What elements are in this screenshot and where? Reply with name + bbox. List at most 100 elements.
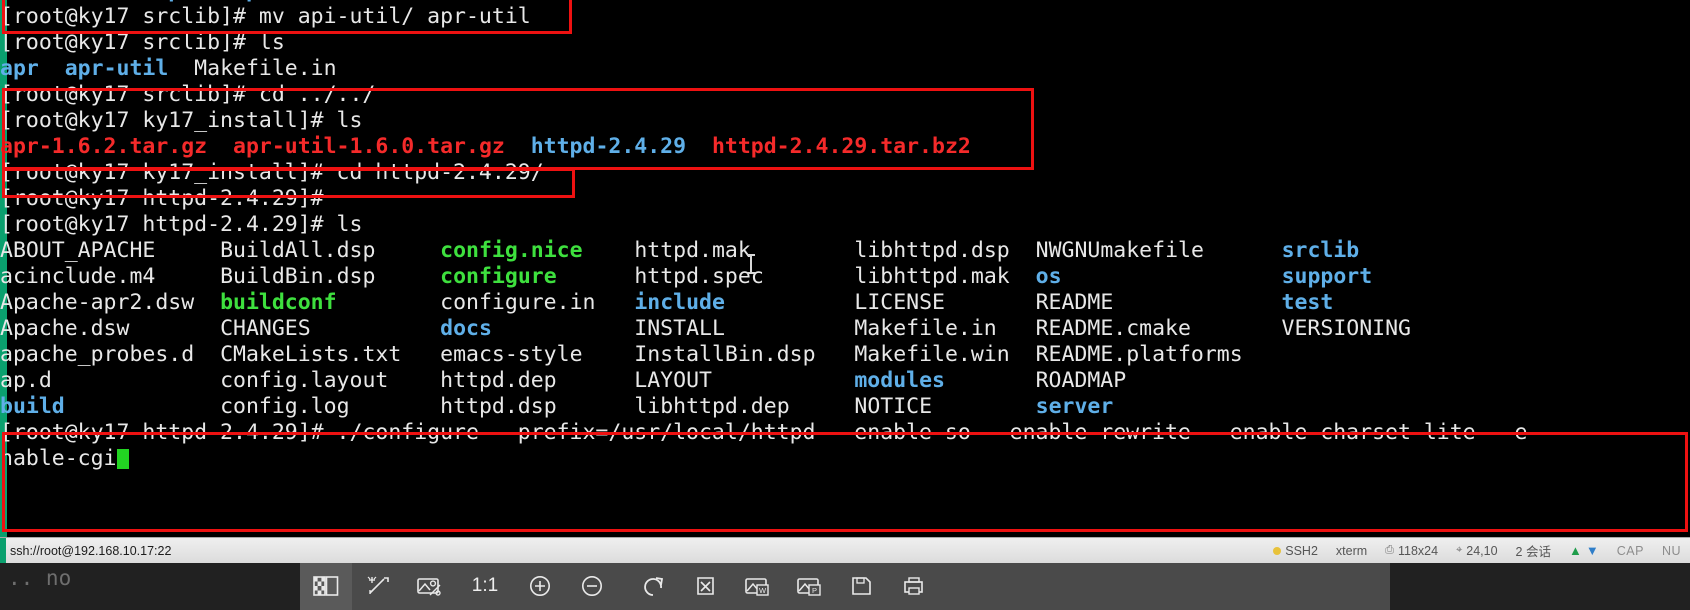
screenshot-root: .. no 1:1 W P ssh://root@192.168.10.17:2… — [0, 0, 1690, 610]
delete-button[interactable] — [680, 562, 732, 610]
terminal-text: apr — [155, 0, 194, 3]
terminal-text: httpd-2.4.29.tar.bz2 — [711, 134, 971, 159]
terminal-text: libhttpd.dep — [634, 394, 790, 419]
terminal-text: BuildAll.dsp — [220, 238, 376, 263]
status-transfer[interactable]: ▲ ▼ — [1560, 543, 1608, 558]
terminal-text: Makefile.in — [854, 316, 997, 341]
terminal-text: [root@ky17 httpd-2.4.29]# ls — [0, 212, 363, 237]
save-button[interactable] — [836, 562, 888, 610]
securecrt-terminal[interactable]: apr apr-util Makefile.in[root@ky17 srcli… — [0, 0, 1690, 537]
terminal-text: [root@ky17 srclib]# ls — [0, 30, 285, 55]
terminal-text: LAYOUT — [634, 368, 712, 393]
line-cd-up: [root@ky17 srclib]# cd ../../ — [0, 82, 1690, 108]
svg-text:W: W — [759, 586, 767, 595]
terminal-text: [root@ky17 httpd-2.4.29]# ./configure --… — [0, 420, 1528, 445]
terminal-text: Apache.dsw — [0, 316, 130, 341]
terminal-text: os — [1035, 264, 1062, 289]
terminal-text: NWGNUmakefile — [1035, 238, 1204, 263]
terminal-text: CMakeLists.txt — [220, 342, 402, 367]
actual-size-button[interactable]: 1:1 — [456, 575, 514, 597]
status-sessions[interactable]: 2 会话 — [1507, 541, 1560, 560]
status-caps[interactable]: CAP — [1608, 544, 1653, 558]
status-cursor-position[interactable]: ⌖ 24,10 — [1447, 544, 1506, 558]
terminal-text: ROADMAP — [1035, 368, 1127, 393]
terminal-text: config.nice — [440, 238, 583, 263]
terminal-text: apr-util — [64, 56, 169, 81]
terminal-text: config.log — [220, 394, 350, 419]
terminal-text: [root@ky17 httpd-2.4.29]# — [0, 186, 324, 211]
terminal-text: test — [1281, 290, 1334, 315]
terminal-text: modules — [854, 368, 945, 393]
status-screen-size[interactable]: ⎙ 118x24 — [1376, 544, 1447, 558]
terminal-text: apr — [0, 56, 39, 81]
zoom-out-button[interactable] — [566, 562, 618, 610]
line-ls-srclib: [root@ky17 srclib]# ls — [0, 30, 1690, 56]
export-word-button[interactable]: W — [732, 562, 784, 610]
status-protocol[interactable]: SSH2 — [1264, 544, 1327, 558]
effects-button[interactable] — [352, 562, 404, 610]
ls-output-row: ap.d config.layout httpd.dep LAYOUT modu… — [0, 368, 1690, 394]
print-icon — [901, 574, 927, 598]
rotate-button[interactable] — [628, 562, 680, 610]
transparency-button[interactable] — [300, 562, 352, 610]
session-path: ssh://root@192.168.10.17:22 — [10, 543, 172, 558]
screen-size-label: 118x24 — [1397, 543, 1439, 558]
terminal-text: httpd-2.4.29 — [530, 134, 687, 159]
status-num[interactable]: NU — [1653, 544, 1690, 558]
export-pdf-button[interactable]: P — [784, 562, 836, 610]
terminal-text: Makefile.in — [168, 56, 337, 81]
terminal-text: libhttpd.mak — [854, 264, 1010, 289]
zoom-out-icon — [579, 574, 605, 598]
terminal-text: build — [0, 394, 65, 419]
status-emulation[interactable]: xterm — [1327, 544, 1376, 558]
terminal-text: [root@ky17 srclib]# mv api-util/ apr-uti… — [0, 4, 531, 29]
line-mv: [root@ky17 srclib]# mv api-util/ apr-uti… — [0, 4, 1690, 30]
terminal-text: support — [1281, 264, 1373, 289]
magic-wand-icon — [365, 574, 391, 598]
terminal-text: acinclude.m4 — [0, 264, 156, 289]
checkerboard-transparency-icon — [313, 574, 339, 598]
terminal-cursor — [116, 449, 129, 469]
cursor-position-icon: ⌖ — [1456, 544, 1463, 556]
terminal-text: BuildBin.dsp — [220, 264, 376, 289]
line-ls-httpd: [root@ky17 httpd-2.4.29]# ls — [0, 212, 1690, 238]
zoom-in-button[interactable] — [514, 562, 566, 610]
terminal-text: apache_probes.d — [0, 342, 195, 367]
protocol-label: SSH2 — [1285, 543, 1318, 558]
terminal-text: docs — [440, 316, 492, 341]
num-label: NU — [1661, 543, 1681, 558]
terminal-text: srclib — [1281, 238, 1360, 263]
line-configure-1: [root@ky17 httpd-2.4.29]# ./configure --… — [0, 420, 1690, 446]
print-button[interactable] — [888, 562, 940, 610]
ls-output-row: Apache.dsw CHANGES docs INSTALL Makefile… — [0, 316, 1690, 342]
ls-output-row: ABOUT_APACHE BuildAll.dsp config.nice ht… — [0, 238, 1690, 264]
resize-image-button[interactable] — [404, 562, 456, 610]
ls-output-row: acinclude.m4 BuildBin.dsp configure http… — [0, 264, 1690, 290]
